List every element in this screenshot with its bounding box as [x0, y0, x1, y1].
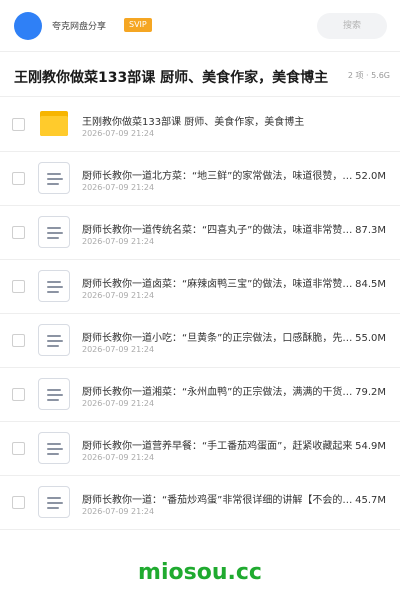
row-checkbox[interactable]	[12, 172, 25, 185]
document-icon	[38, 216, 70, 248]
document-icon	[38, 270, 70, 302]
row-checkbox[interactable]	[12, 496, 25, 509]
document-icon	[38, 162, 70, 194]
folder-icon	[38, 108, 70, 140]
file-date: 2026-07-09 21:24	[82, 129, 155, 138]
list-item[interactable]: 厨师长教你一道小吃：“旦黄条”的正宗做法，口感酥脆，先收藏了 2026-07-0…	[0, 314, 400, 368]
file-size: 84.5M	[355, 279, 386, 290]
list-item[interactable]: 厨师长教你一道传统名菜：“四喜丸子”的做法，味道非常赞，先收藏了 2026-07…	[0, 206, 400, 260]
list-item[interactable]: 王刚教你做菜133部课 厨师、美食作家，美食博主 2026-07-09 21:2…	[0, 98, 400, 152]
document-icon	[38, 378, 70, 410]
file-list: 王刚教你做菜133部课 厨师、美食作家，美食博主 2026-07-09 21:2…	[0, 98, 400, 530]
row-checkbox[interactable]	[12, 334, 25, 347]
document-icon	[38, 486, 70, 518]
row-checkbox[interactable]	[12, 226, 25, 239]
document-icon	[38, 324, 70, 356]
file-size: 54.9M	[355, 441, 386, 452]
file-name[interactable]: 厨师长教你一道湘菜：“永州血鸭”的正宗做法，满满的干货，先收藏了	[82, 383, 354, 398]
avatar[interactable]	[14, 12, 42, 40]
svip-badge: SVIP	[124, 18, 152, 32]
top-header: 夸克网盘分享 SVIP 搜索	[0, 0, 400, 52]
file-size: 79.2M	[355, 387, 386, 398]
list-item[interactable]: 厨师长教你一道北方菜：“地三鲜”的家常做法，味道很赞，先收藏了 2026-07-…	[0, 152, 400, 206]
document-icon	[38, 432, 70, 464]
file-date: 2026-07-09 21:24	[82, 507, 155, 516]
file-date: 2026-07-09 21:24	[82, 237, 155, 246]
file-name[interactable]: 厨师长教你一道卤菜：“麻辣卤鸭三宝”的做法，味道非常赞，先收藏了	[82, 275, 354, 290]
page-title: 王刚教你做菜133部课 厨师、美食作家，美食博主	[14, 70, 329, 86]
file-size: 87.3M	[355, 225, 386, 236]
file-date: 2026-07-09 21:24	[82, 183, 155, 192]
file-name[interactable]: 厨师长教你一道营养早餐：“手工番茄鸡蛋面”，赶紧收藏起来	[82, 437, 354, 452]
list-item[interactable]: 厨师长教你一道营养早餐：“手工番茄鸡蛋面”，赶紧收藏起来 2026-07-09 …	[0, 422, 400, 476]
list-item[interactable]: 厨师长教你一道卤菜：“麻辣卤鸭三宝”的做法，味道非常赞，先收藏了 2026-07…	[0, 260, 400, 314]
file-name[interactable]: 厨师长教你一道传统名菜：“四喜丸子”的做法，味道非常赞，先收藏了	[82, 221, 354, 236]
row-checkbox[interactable]	[12, 280, 25, 293]
owner-name[interactable]: 夸克网盘分享	[52, 19, 106, 32]
file-date: 2026-07-09 21:24	[82, 345, 155, 354]
list-item[interactable]: 厨师长教你一道湘菜：“永州血鸭”的正宗做法，满满的干货，先收藏了 2026-07…	[0, 368, 400, 422]
file-date: 2026-07-09 21:24	[82, 399, 155, 408]
share-title-bar: 王刚教你做菜133部课 厨师、美食作家，美食博主 2 项 · 5.6G	[0, 53, 400, 97]
file-name[interactable]: 厨师长教你一道：“番茄炒鸡蛋”非常很详细的讲解【不会的快来学】	[82, 491, 354, 506]
file-date: 2026-07-09 21:24	[82, 453, 155, 462]
file-size: 45.7M	[355, 495, 386, 506]
row-checkbox[interactable]	[12, 442, 25, 455]
site-watermark: miosou.cc	[138, 560, 262, 585]
row-checkbox[interactable]	[12, 388, 25, 401]
file-date: 2026-07-09 21:24	[82, 291, 155, 300]
file-name[interactable]: 厨师长教你一道小吃：“旦黄条”的正宗做法，口感酥脆，先收藏了	[82, 329, 354, 344]
list-item[interactable]: 厨师长教你一道：“番茄炒鸡蛋”非常很详细的讲解【不会的快来学】 2026-07-…	[0, 476, 400, 530]
file-size: 55.0M	[355, 333, 386, 344]
row-checkbox[interactable]	[12, 118, 25, 131]
search-button[interactable]: 搜索	[317, 13, 387, 39]
file-name[interactable]: 王刚教你做菜133部课 厨师、美食作家，美食博主	[82, 113, 382, 128]
share-summary: 2 项 · 5.6G	[343, 70, 390, 81]
file-size: 52.0M	[355, 171, 386, 182]
file-name[interactable]: 厨师长教你一道北方菜：“地三鲜”的家常做法，味道很赞，先收藏了	[82, 167, 354, 182]
